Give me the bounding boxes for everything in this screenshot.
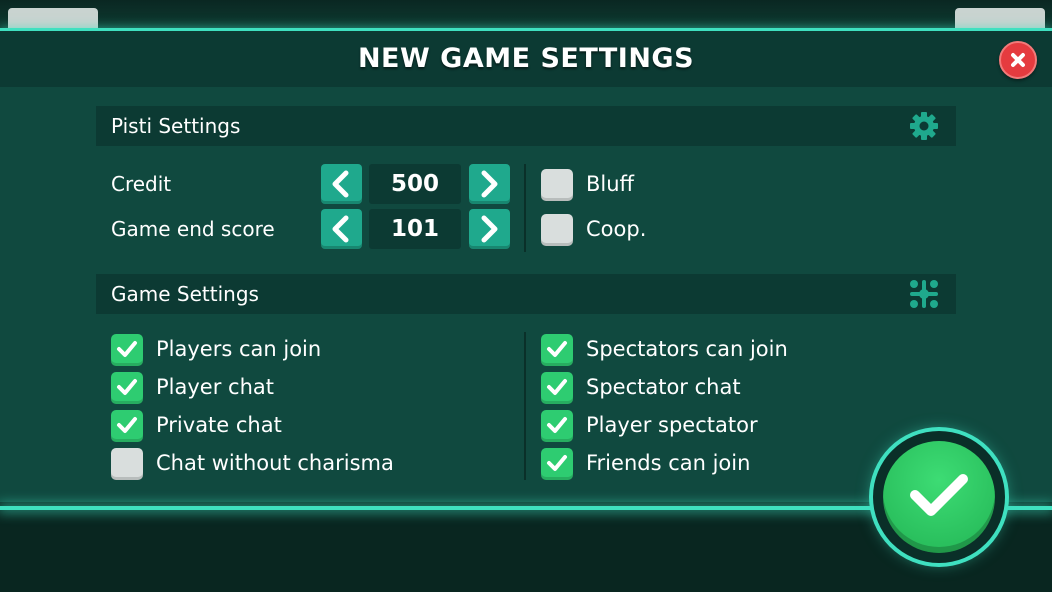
confirm-button[interactable] (883, 441, 995, 553)
title-bar: NEW GAME SETTINGS (0, 31, 1052, 87)
checkmark-icon (547, 417, 567, 433)
coop-label: Coop. (586, 217, 647, 241)
end-score-label: Game end score (111, 217, 275, 241)
checkmark-icon (117, 341, 137, 357)
credit-value: 500 (369, 164, 461, 204)
bluff-label: Bluff (586, 172, 635, 196)
player-spectator-checkbox[interactable] (541, 410, 573, 442)
checkmark-icon (117, 417, 137, 433)
players-can-join-checkbox[interactable] (111, 334, 143, 366)
spectator-chat-checkbox[interactable] (541, 372, 573, 404)
friends-can-join-label: Friends can join (586, 451, 751, 475)
spectators-can-join-label: Spectators can join (586, 337, 788, 361)
confirm-button-ring (873, 431, 1005, 563)
game-settings-divider (524, 332, 526, 480)
game-settings-title: Game Settings (111, 282, 259, 306)
top-strip (0, 0, 1052, 28)
chevron-right-icon (481, 170, 498, 198)
private-chat-label: Private chat (156, 413, 282, 437)
credit-label: Credit (111, 172, 172, 196)
credit-increase-button[interactable] (469, 164, 510, 204)
chevron-left-icon (332, 170, 349, 198)
checkmark-icon (547, 455, 567, 471)
game-settings-header: Game Settings (96, 274, 956, 314)
player-chat-checkbox[interactable] (111, 372, 143, 404)
checkmark-icon (910, 474, 968, 516)
pisti-settings-header: Pisti Settings (96, 106, 956, 146)
spectators-can-join-checkbox[interactable] (541, 334, 573, 366)
end-score-value: 101 (369, 209, 461, 249)
private-chat-checkbox[interactable] (111, 410, 143, 442)
player-spectator-label: Player spectator (586, 413, 758, 437)
tab-right[interactable] (955, 8, 1045, 30)
credit-decrease-button[interactable] (321, 164, 362, 204)
end-score-decrease-button[interactable] (321, 209, 362, 249)
pisti-settings-title: Pisti Settings (111, 114, 241, 138)
end-score-increase-button[interactable] (469, 209, 510, 249)
group-icon[interactable] (908, 278, 940, 310)
checkmark-icon (547, 379, 567, 395)
chat-without-charisma-checkbox[interactable] (111, 448, 143, 480)
players-can-join-label: Players can join (156, 337, 322, 361)
chat-without-charisma-label: Chat without charisma (156, 451, 394, 475)
spectator-chat-label: Spectator chat (586, 375, 741, 399)
friends-can-join-checkbox[interactable] (541, 448, 573, 480)
coop-checkbox[interactable] (541, 214, 573, 246)
player-chat-label: Player chat (156, 375, 274, 399)
checkmark-icon (117, 379, 137, 395)
checkmark-icon (547, 341, 567, 357)
bluff-checkbox[interactable] (541, 169, 573, 201)
chevron-left-icon (332, 215, 349, 243)
pisti-divider (524, 164, 526, 252)
close-icon[interactable] (999, 41, 1037, 79)
gear-icon[interactable] (908, 110, 940, 142)
tab-left[interactable] (8, 8, 98, 30)
dialog-title: NEW GAME SETTINGS (357, 43, 695, 74)
chevron-right-icon (481, 215, 498, 243)
